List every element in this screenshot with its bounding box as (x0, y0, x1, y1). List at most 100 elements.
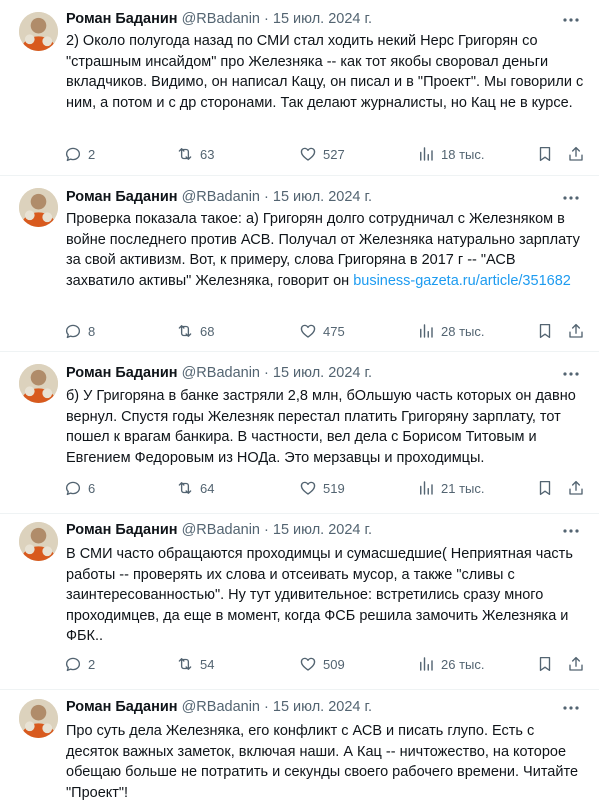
bookmark-icon (536, 145, 560, 163)
tweet[interactable]: Роман Баданин @RBadanin · 15 июл. 2024 г… (0, 0, 599, 176)
retweet-icon (176, 479, 200, 497)
reply-count: 2 (88, 146, 96, 162)
retweet-icon (176, 655, 200, 673)
bookmark-icon (536, 655, 560, 673)
more-horizontal-icon[interactable] (561, 188, 581, 208)
tweet-text: В СМИ часто обращаются проходимцы и сума… (66, 544, 586, 647)
more-horizontal-icon[interactable] (561, 521, 581, 541)
like-button[interactable]: 509 (299, 654, 345, 674)
author-handle[interactable]: @RBadanin (182, 365, 260, 381)
author-name[interactable]: Роман Баданин (66, 365, 178, 381)
views-icon (417, 479, 441, 497)
tweet[interactable]: Роман Баданин @RBadanin · 15 июл. 2024 г… (0, 352, 599, 514)
reply-button[interactable]: 8 (64, 321, 95, 341)
reply-icon (64, 145, 88, 163)
avatar[interactable] (19, 522, 58, 561)
tweet-date[interactable]: 15 июл. 2024 г. (273, 11, 372, 27)
bookmark-icon (536, 322, 560, 340)
author-name[interactable]: Роман Баданин (66, 522, 178, 538)
more-horizontal-icon[interactable] (561, 10, 581, 30)
share-button[interactable] (567, 321, 591, 341)
retweet-button[interactable]: 68 (176, 321, 214, 341)
tweet-date[interactable]: 15 июл. 2024 г. (273, 189, 372, 205)
tweet-header: Роман Баданин @RBadanin · 15 июл. 2024 г… (66, 187, 559, 207)
separator: · (264, 365, 269, 381)
author-handle[interactable]: @RBadanin (182, 189, 260, 205)
retweet-icon (176, 145, 200, 163)
views-button[interactable]: 28 тыс. (417, 321, 484, 341)
reply-count: 6 (88, 480, 96, 496)
separator: · (264, 522, 269, 538)
tweet-header: Роман Баданин @RBadanin · 15 июл. 2024 г… (66, 520, 559, 540)
avatar[interactable] (19, 12, 58, 51)
retweet-count: 54 (200, 656, 215, 672)
author-name[interactable]: Роман Баданин (66, 189, 178, 205)
avatar[interactable] (19, 188, 58, 227)
tweet-date[interactable]: 15 июл. 2024 г. (273, 522, 372, 538)
tweet-text: 2) Около полугода назад по СМИ стал ходи… (66, 31, 586, 113)
author-handle[interactable]: @RBadanin (182, 11, 260, 27)
share-button[interactable] (567, 478, 591, 498)
heart-icon (299, 655, 323, 673)
bookmark-button[interactable] (536, 144, 560, 164)
avatar[interactable] (19, 699, 58, 738)
action-bar: 2 54 509 26 тыс. (64, 654, 588, 674)
views-button[interactable]: 21 тыс. (417, 478, 484, 498)
views-count: 28 тыс. (441, 323, 485, 339)
tweet-date[interactable]: 15 июл. 2024 г. (273, 365, 372, 381)
tweet-date[interactable]: 15 июл. 2024 г. (273, 699, 372, 715)
reply-button[interactable]: 2 (64, 654, 95, 674)
retweet-button[interactable]: 54 (176, 654, 214, 674)
author-name[interactable]: Роман Баданин (66, 11, 178, 27)
author-name[interactable]: Роман Баданин (66, 699, 178, 715)
action-bar: 8 68 475 28 тыс. (64, 321, 588, 341)
like-button[interactable]: 475 (299, 321, 345, 341)
action-bar: 6 64 519 21 тыс. (64, 478, 588, 498)
tweet-header: Роман Баданин @RBadanin · 15 июл. 2024 г… (66, 363, 559, 383)
like-button[interactable]: 519 (299, 478, 345, 498)
article-link[interactable]: business-gazeta.ru/article/351682 (353, 273, 571, 289)
separator: · (264, 11, 269, 27)
bookmark-button[interactable] (536, 654, 560, 674)
more-horizontal-icon[interactable] (561, 698, 581, 718)
more-horizontal-icon[interactable] (561, 364, 581, 384)
retweet-count: 68 (200, 323, 215, 339)
reply-count: 8 (88, 323, 96, 339)
author-handle[interactable]: @RBadanin (182, 522, 260, 538)
reply-count: 2 (88, 656, 96, 672)
avatar[interactable] (19, 364, 58, 403)
retweet-button[interactable]: 63 (176, 144, 214, 164)
retweet-button[interactable]: 64 (176, 478, 214, 498)
tweet-thread: Роман Баданин @RBadanin · 15 июл. 2024 г… (0, 0, 599, 812)
retweet-icon (176, 322, 200, 340)
views-button[interactable]: 26 тыс. (417, 654, 484, 674)
heart-icon (299, 322, 323, 340)
views-count: 21 тыс. (441, 480, 485, 496)
share-button[interactable] (567, 654, 591, 674)
bookmark-button[interactable] (536, 478, 560, 498)
reply-icon (64, 479, 88, 497)
like-count: 519 (323, 480, 345, 496)
tweet[interactable]: Роман Баданин @RBadanin · 15 июл. 2024 г… (0, 514, 599, 690)
separator: · (264, 189, 269, 205)
like-button[interactable]: 527 (299, 144, 345, 164)
bookmark-button[interactable] (536, 321, 560, 341)
tweet[interactable]: Роман Баданин @RBadanin · 15 июл. 2024 г… (0, 176, 599, 352)
share-button[interactable] (567, 144, 591, 164)
author-handle[interactable]: @RBadanin (182, 699, 260, 715)
tweet-header: Роман Баданин @RBadanin · 15 июл. 2024 г… (66, 697, 559, 717)
tweet-text: Про суть дела Железняка, его конфликт с … (66, 721, 586, 803)
heart-icon (299, 479, 323, 497)
tweet[interactable]: Роман Баданин @RBadanin · 15 июл. 2024 г… (0, 690, 599, 812)
views-icon (417, 145, 441, 163)
tweet-text-content: 2) Около полугода назад по СМИ стал ходи… (66, 33, 584, 111)
share-icon (567, 479, 591, 497)
retweet-count: 64 (200, 480, 215, 496)
bookmark-icon (536, 479, 560, 497)
reply-button[interactable]: 6 (64, 478, 95, 498)
like-count: 527 (323, 146, 345, 162)
views-button[interactable]: 18 тыс. (417, 144, 484, 164)
reply-button[interactable]: 2 (64, 144, 95, 164)
action-bar: 2 63 527 18 тыс. (64, 144, 588, 164)
views-count: 18 тыс. (441, 146, 485, 162)
